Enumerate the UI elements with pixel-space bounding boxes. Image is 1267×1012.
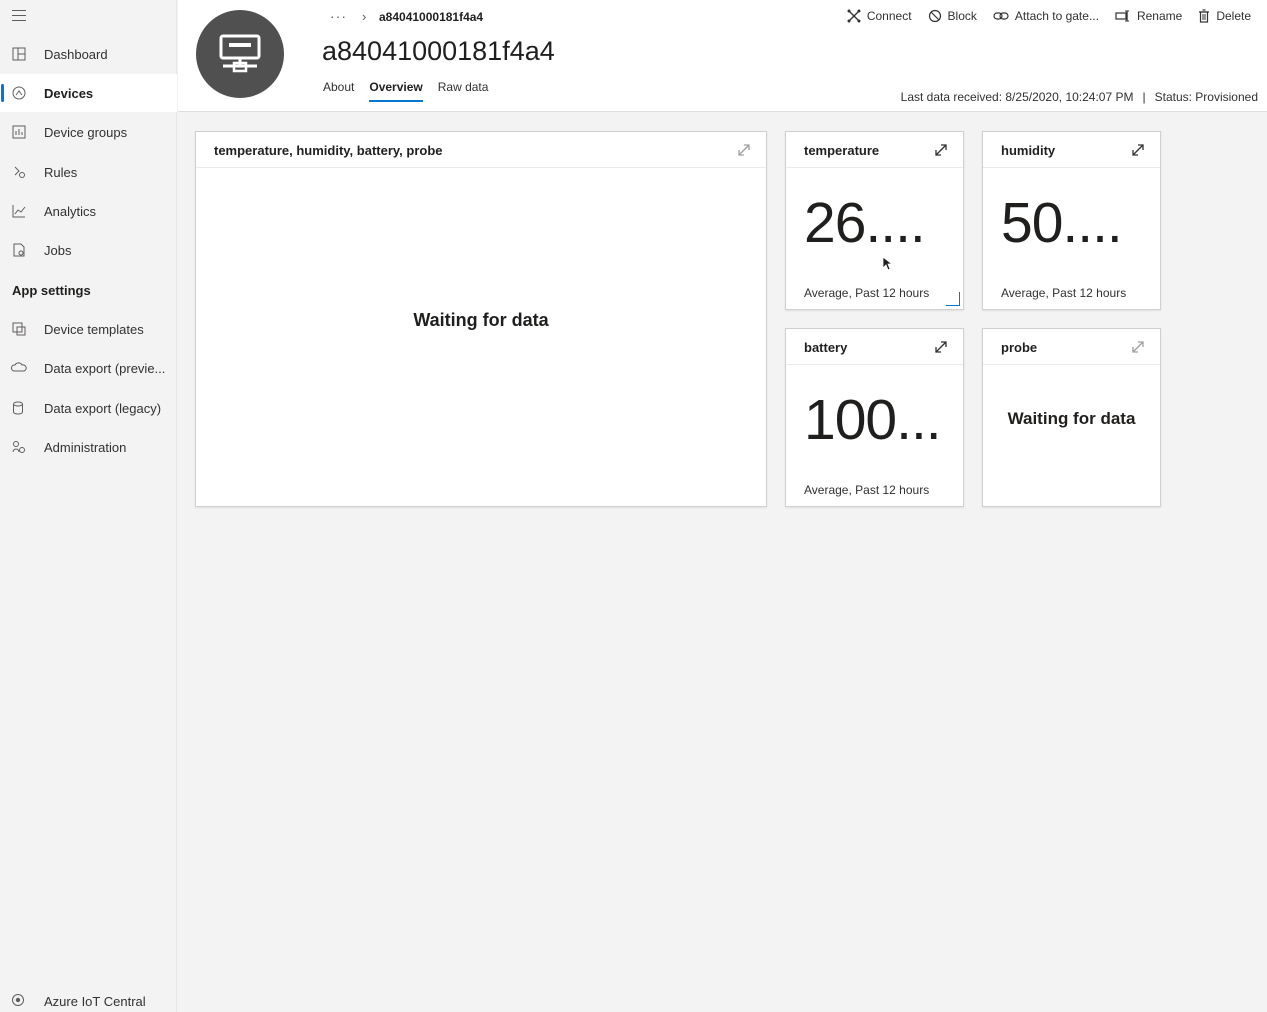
block-button[interactable]: Block bbox=[928, 9, 977, 23]
devices-icon bbox=[11, 85, 27, 101]
device-icon bbox=[219, 34, 261, 73]
delete-label: Delete bbox=[1216, 9, 1251, 23]
battery-tile: battery 100... Average, Past 12 hours bbox=[785, 328, 964, 507]
temperature-tile: temperature 26.... Average, Past 12 hour… bbox=[785, 131, 964, 310]
app-settings-heading: App settings bbox=[12, 283, 91, 298]
rules-icon bbox=[11, 164, 27, 180]
nav-item-label: Administration bbox=[44, 439, 127, 455]
last-data-received: Last data received: 8/25/2020, 10:24:07 … bbox=[900, 90, 1134, 104]
device-header: ··· › a84041000181f4a4 a84041000181f4a4 … bbox=[178, 0, 1267, 112]
page-title: a84041000181f4a4 bbox=[322, 36, 555, 66]
nav-item-label: Data export (legacy) bbox=[44, 400, 162, 416]
kpi-caption: Average, Past 12 hours bbox=[804, 483, 930, 497]
attach-to-gateway-button[interactable]: Attach to gate... bbox=[993, 9, 1099, 23]
connect-button[interactable]: Connect bbox=[847, 9, 912, 23]
mouse-cursor-icon bbox=[882, 256, 892, 271]
tile-header: temperature, humidity, battery, probe bbox=[196, 132, 766, 168]
connect-icon bbox=[847, 9, 861, 23]
kpi-value: 50.... bbox=[1001, 191, 1123, 255]
nav-item-label: Data export (previe... bbox=[44, 360, 166, 376]
data-export-legacy-icon bbox=[11, 400, 27, 416]
nav-item-data-export-preview[interactable]: Data export (previe... bbox=[0, 349, 177, 387]
dashboard-icon bbox=[11, 46, 27, 62]
delete-button[interactable]: Delete bbox=[1198, 9, 1251, 23]
status-line: Last data received: 8/25/2020, 10:24:07 … bbox=[901, 90, 1258, 104]
device-tabs: About Overview Raw data bbox=[323, 80, 503, 102]
tile-header: temperature bbox=[786, 132, 963, 168]
tile-header: probe bbox=[983, 329, 1160, 365]
nav-item-administration[interactable]: Administration bbox=[0, 428, 177, 466]
device-groups-icon bbox=[11, 124, 27, 140]
command-bar: Connect Block Attach to gate... Rename D… bbox=[831, 9, 1251, 23]
breadcrumb-current: a84041000181f4a4 bbox=[379, 10, 484, 24]
nav-item-label: Azure IoT Central bbox=[44, 994, 146, 1009]
expand-icon[interactable] bbox=[933, 142, 949, 158]
rename-button[interactable]: Rename bbox=[1115, 9, 1182, 23]
provisioning-status: Status: Provisioned bbox=[1154, 90, 1258, 104]
rename-icon bbox=[1115, 10, 1131, 22]
status-separator: | bbox=[1142, 90, 1146, 104]
delete-icon bbox=[1198, 9, 1210, 23]
device-avatar bbox=[196, 10, 284, 98]
tile-title: battery bbox=[804, 340, 848, 355]
connect-label: Connect bbox=[866, 9, 912, 23]
nav-item-rules[interactable]: Rules bbox=[0, 153, 177, 191]
left-nav: Dashboard Devices Device groups Rules An… bbox=[0, 0, 177, 1012]
probe-tile: probe Waiting for data bbox=[982, 328, 1161, 507]
tile-header: humidity bbox=[983, 132, 1160, 168]
nav-item-label: Jobs bbox=[44, 242, 72, 258]
nav-item-azure-iot-central[interactable]: Azure IoT Central bbox=[0, 990, 177, 1012]
kpi-caption: Average, Past 12 hours bbox=[804, 286, 930, 300]
tile-title: temperature bbox=[804, 143, 880, 158]
attach-icon bbox=[993, 10, 1009, 22]
analytics-icon bbox=[11, 203, 27, 219]
breadcrumb-chevron-icon: › bbox=[362, 9, 367, 24]
humidity-tile: humidity 50.... Average, Past 12 hours bbox=[982, 131, 1161, 310]
block-label: Block bbox=[947, 9, 977, 23]
nav-item-dashboard[interactable]: Dashboard bbox=[0, 35, 177, 73]
resize-handle[interactable] bbox=[946, 292, 960, 306]
kpi-value: 100... bbox=[804, 388, 942, 452]
nav-item-label: Device templates bbox=[44, 321, 144, 337]
nav-item-label: Analytics bbox=[44, 203, 97, 219]
device-templates-icon bbox=[11, 321, 27, 337]
breadcrumb-overflow[interactable]: ··· bbox=[330, 8, 347, 24]
administration-icon bbox=[11, 439, 27, 455]
hamburger-menu-icon[interactable] bbox=[12, 10, 26, 22]
data-export-preview-icon bbox=[11, 360, 27, 376]
nav-item-label: Rules bbox=[44, 164, 78, 180]
tab-about[interactable]: About bbox=[323, 80, 354, 100]
jobs-icon bbox=[11, 242, 27, 258]
nav-item-device-groups[interactable]: Device groups bbox=[0, 113, 177, 151]
waiting-message: Waiting for data bbox=[1007, 409, 1136, 428]
expand-icon[interactable] bbox=[1130, 142, 1146, 158]
waiting-message: Waiting for data bbox=[413, 310, 549, 330]
tile-title: temperature, humidity, battery, probe bbox=[214, 143, 443, 158]
tile-title: humidity bbox=[1001, 143, 1056, 158]
expand-icon[interactable] bbox=[933, 339, 949, 355]
block-icon bbox=[928, 9, 942, 23]
tile-header: battery bbox=[786, 329, 963, 365]
nav-item-analytics[interactable]: Analytics bbox=[0, 192, 177, 230]
nav-item-data-export-legacy[interactable]: Data export (legacy) bbox=[0, 389, 177, 427]
azure-iot-central-icon bbox=[11, 993, 25, 1010]
nav-item-jobs[interactable]: Jobs bbox=[0, 231, 177, 269]
chart-tile: temperature, humidity, battery, probe Wa… bbox=[195, 131, 767, 507]
attach-label: Attach to gate... bbox=[1014, 9, 1099, 23]
nav-item-label: Dashboard bbox=[44, 46, 108, 62]
expand-icon[interactable] bbox=[1130, 339, 1146, 355]
tab-raw-data[interactable]: Raw data bbox=[438, 80, 489, 100]
kpi-caption: Average, Past 12 hours bbox=[1001, 286, 1127, 300]
expand-icon[interactable] bbox=[736, 142, 752, 158]
tile-title: probe bbox=[1001, 340, 1038, 355]
nav-item-devices[interactable]: Devices bbox=[0, 74, 177, 112]
kpi-value: 26.... bbox=[804, 191, 926, 255]
nav-item-label: Device groups bbox=[44, 124, 128, 140]
nav-item-device-templates[interactable]: Device templates bbox=[0, 310, 177, 348]
nav-item-label: Devices bbox=[44, 85, 94, 101]
tab-overview[interactable]: Overview bbox=[369, 80, 424, 102]
rename-label: Rename bbox=[1136, 9, 1183, 23]
